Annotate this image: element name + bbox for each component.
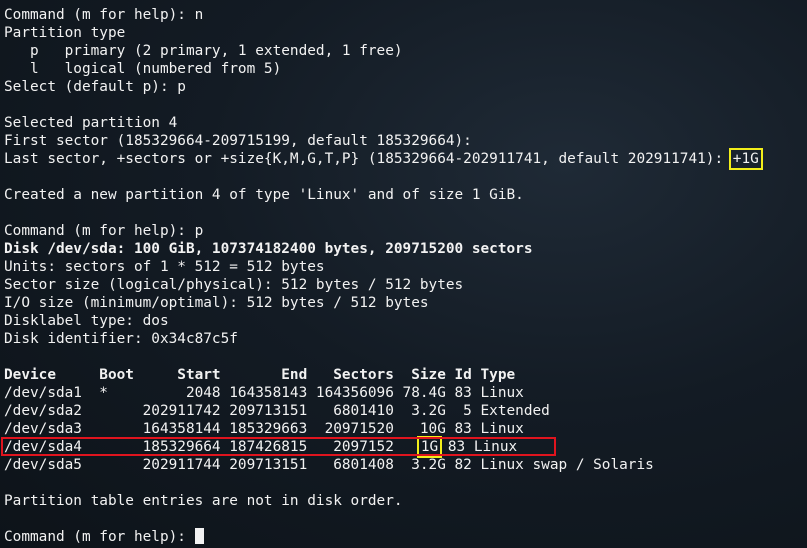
output-line: Units: sectors of 1 * 512 = 512 bytes xyxy=(4,259,325,275)
output-line: Command (m for help): p xyxy=(4,223,204,239)
table-row: /dev/sda1 * 2048 164358143 164356096 78.… xyxy=(4,385,524,401)
output-line: Disk identifier: 0x34c87c5f xyxy=(4,331,238,347)
row-cells: /dev/sda4 185329664 187426815 2097152 xyxy=(4,439,420,455)
output-line: Disklabel type: dos xyxy=(4,313,169,329)
output-line: Sector size (logical/physical): 512 byte… xyxy=(4,277,464,293)
text-cursor[interactable] xyxy=(194,528,204,544)
output-line: First sector (185329664-209715199, defau… xyxy=(4,133,472,149)
size-input-highlight: +1G xyxy=(728,148,763,170)
command-prompt-line[interactable]: Command (m for help): xyxy=(4,528,804,546)
terminal-window[interactable]: Command (m for help): n Partition type p… xyxy=(1,6,804,546)
output-line: p primary (2 primary, 1 extended, 1 free… xyxy=(4,43,403,59)
output-line: I/O size (minimum/optimal): 512 bytes / … xyxy=(4,295,429,311)
output-line: Selected partition 4 xyxy=(4,115,178,131)
last-sector-prompt: Last sector, +sectors or +size{K,M,G,T,P… xyxy=(4,151,732,167)
disk-summary-line: Disk /dev/sda: 100 GiB, 107374182400 byt… xyxy=(4,241,533,257)
table-row: /dev/sda5 202911744 209713151 6801408 3.… xyxy=(4,457,654,473)
output-line: l logical (numbered from 5) xyxy=(4,61,282,77)
table-row: /dev/sda2 202911742 209713151 6801410 3.… xyxy=(4,403,550,419)
last-sector-line: Last sector, +sectors or +size{K,M,G,T,P… xyxy=(4,148,804,170)
output-line: Created a new partition 4 of type 'Linux… xyxy=(4,187,524,203)
size-cell-highlight: 1G xyxy=(416,436,443,458)
row-cells-tail: 83 Linux xyxy=(439,439,518,455)
table-row-highlighted: /dev/sda4 185329664 187426815 2097152 1G… xyxy=(1,436,804,458)
table-row: /dev/sda3 164358144 185329663 20971520 1… xyxy=(4,421,524,437)
command-prompt: Command (m for help): xyxy=(4,529,195,545)
output-line: Select (default p): p xyxy=(4,79,186,95)
output-line: Partition table entries are not in disk … xyxy=(4,493,403,509)
table-header: Device Boot Start End Sectors Size Id Ty… xyxy=(4,367,516,383)
output-line: Partition type xyxy=(4,25,126,41)
output-line: Command (m for help): n xyxy=(4,7,204,23)
